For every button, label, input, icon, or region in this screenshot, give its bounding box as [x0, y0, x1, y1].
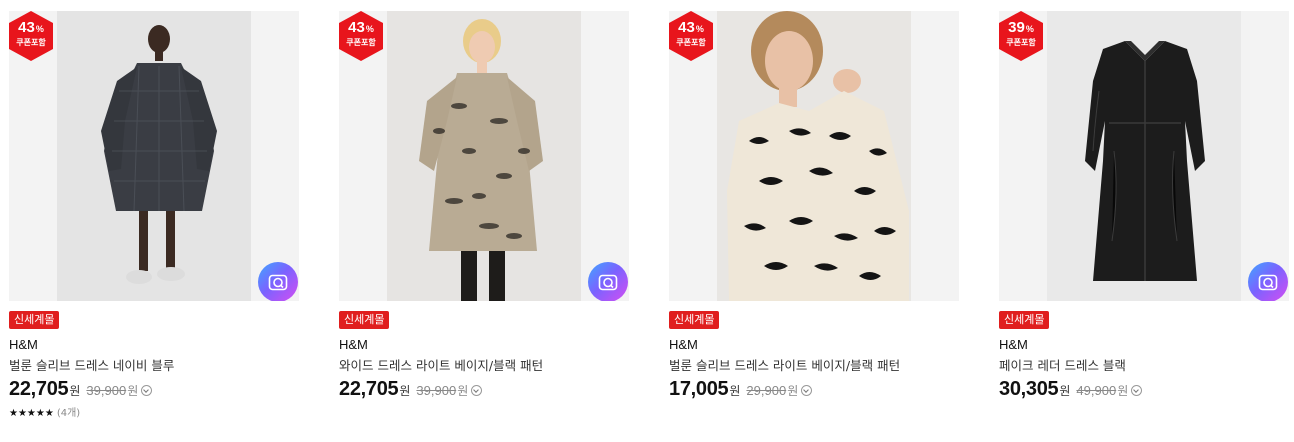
original-price-unit: 원: [1117, 384, 1129, 398]
discount-badge: 43% 쿠폰포함: [339, 11, 383, 61]
camera-search-icon: [598, 274, 618, 291]
price-row: 17,005원 29,900원: [669, 378, 813, 402]
discount-badge: 43% 쿠폰포함: [9, 11, 53, 61]
camera-search-button[interactable]: [588, 262, 628, 301]
camera-search-button[interactable]: [1248, 262, 1288, 301]
product-grid: 43% 쿠폰포함 신세계몰 H&M 벌룬 슬리브 드레스 네이비 블루 22,7…: [0, 0, 1294, 442]
brand-name[interactable]: H&M: [999, 337, 1028, 352]
price-row: 22,705원 39,900원: [9, 378, 153, 402]
mall-tag: 신세계몰: [669, 311, 720, 329]
price-row: 22,705원 39,900원: [339, 378, 483, 402]
coupon-label: 쿠폰포함: [1006, 38, 1036, 47]
coupon-label: 쿠폰포함: [346, 38, 376, 47]
mall-tag: 신세계몰: [339, 311, 390, 329]
sale-price: 30,305: [999, 378, 1059, 400]
product-image[interactable]: 43% 쿠폰포함: [9, 11, 299, 301]
product-card[interactable]: 43% 쿠폰포함 신세계몰 H&M 벌룬 슬리브 드레스 네이비 블루 22,7…: [9, 11, 299, 431]
info-chevron-icon[interactable]: [471, 385, 483, 396]
sale-price: 22,705: [339, 378, 399, 400]
mall-tag: 신세계몰: [9, 311, 60, 329]
original-price: 49,900: [1076, 383, 1117, 398]
discount-value: 43%: [18, 19, 44, 36]
coupon-label: 쿠폰포함: [16, 38, 46, 47]
discount-badge: 43% 쿠폰포함: [669, 11, 713, 61]
product-name[interactable]: 와이드 드레스 라이트 베이지/블랙 패턴: [339, 355, 543, 374]
sale-price: 22,705: [9, 378, 69, 400]
product-name[interactable]: 페이크 레더 드레스 블랙: [999, 355, 1126, 374]
price-unit: 원: [1059, 384, 1071, 398]
original-price-unit: 원: [787, 384, 799, 398]
discount-value: 43%: [348, 19, 374, 36]
original-price-unit: 원: [457, 384, 469, 398]
camera-search-button[interactable]: [258, 262, 298, 301]
rating: ★★★★★ (4개): [9, 404, 80, 419]
discount-value: 39%: [1008, 19, 1034, 36]
price-row: 30,305원 49,900원: [999, 378, 1143, 402]
price-unit: 원: [69, 384, 81, 398]
original-price: 29,900: [746, 383, 787, 398]
info-chevron-icon[interactable]: [1131, 385, 1143, 396]
camera-search-icon: [1258, 274, 1278, 291]
product-image[interactable]: 43% 쿠폰포함: [339, 11, 629, 301]
original-price-unit: 원: [127, 384, 139, 398]
price-unit: 원: [729, 384, 741, 398]
brand-name[interactable]: H&M: [9, 337, 38, 352]
info-chevron-icon[interactable]: [801, 385, 813, 396]
star-rating-icon: ★★★★★: [9, 408, 54, 419]
product-image[interactable]: 43% 쿠폰포함: [669, 11, 959, 301]
product-image[interactable]: 39% 쿠폰포함: [999, 11, 1289, 301]
original-price: 39,900: [416, 383, 457, 398]
product-card[interactable]: 43% 쿠폰포함 신세계몰 H&M 와이드 드레스 라이트 베이지/블랙 패턴 …: [339, 11, 629, 431]
discount-value: 43%: [678, 19, 704, 36]
original-price: 39,900: [86, 383, 127, 398]
product-card[interactable]: 43% 쿠폰포함 신세계몰 H&M 벌룬 슬리브 드레스 라이트 베이지/블랙 …: [669, 11, 959, 431]
discount-badge: 39% 쿠폰포함: [999, 11, 1043, 61]
price-unit: 원: [399, 384, 411, 398]
review-count: (4개): [56, 408, 81, 419]
product-name[interactable]: 벌룬 슬리브 드레스 네이비 블루: [9, 355, 174, 374]
camera-search-icon: [268, 274, 288, 291]
sale-price: 17,005: [669, 378, 729, 400]
brand-name[interactable]: H&M: [669, 337, 698, 352]
info-chevron-icon[interactable]: [141, 385, 153, 396]
product-name[interactable]: 벌룬 슬리브 드레스 라이트 베이지/블랙 패턴: [669, 355, 900, 374]
product-card[interactable]: 39% 쿠폰포함 신세계몰 H&M 페이크 레더 드레스 블랙 30,305원 4…: [999, 11, 1289, 431]
brand-name[interactable]: H&M: [339, 337, 368, 352]
mall-tag: 신세계몰: [999, 311, 1050, 329]
coupon-label: 쿠폰포함: [676, 38, 706, 47]
